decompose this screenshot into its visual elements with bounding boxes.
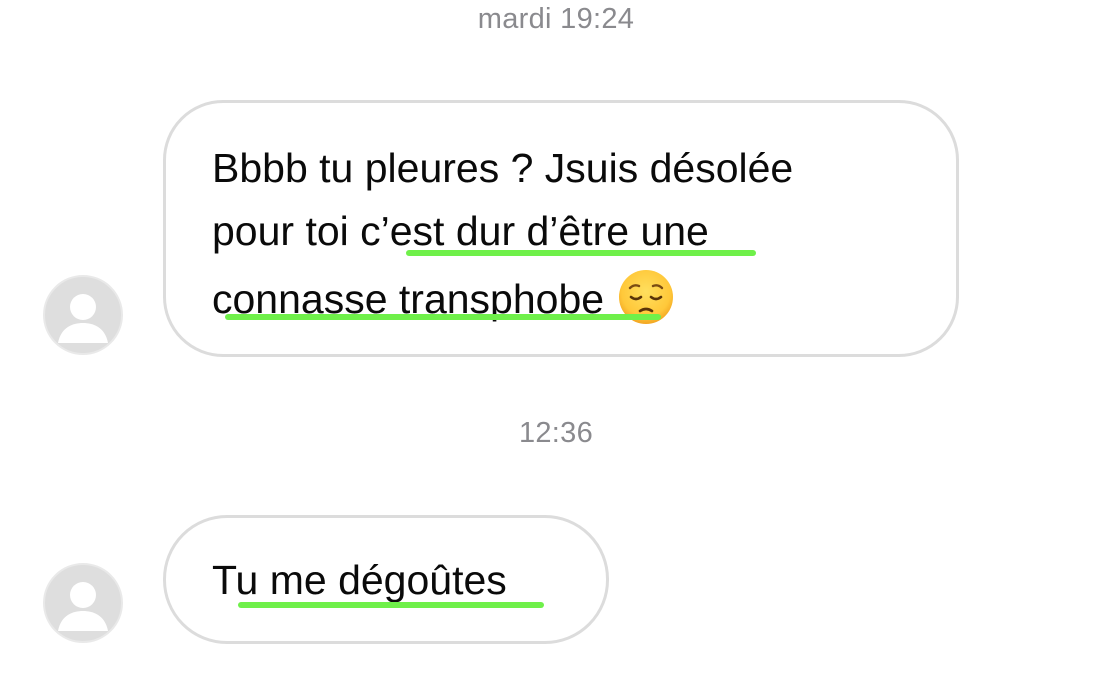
message-text-line: pour toi c’est dur d’être une xyxy=(212,208,709,254)
highlight-underline xyxy=(225,314,661,320)
avatar[interactable] xyxy=(43,563,123,643)
timestamp: 12:36 xyxy=(518,417,594,449)
message-bubble[interactable]: Tu me dégoûtes xyxy=(163,515,609,644)
message-text-line: connasse transphobe xyxy=(212,269,674,335)
highlight-underline xyxy=(238,602,544,608)
avatar[interactable] xyxy=(43,275,123,355)
user-silhouette-icon xyxy=(58,582,108,631)
user-silhouette-icon xyxy=(58,294,108,343)
message-text-line: Bbbb tu pleures ? Jsuis désolée xyxy=(212,145,794,191)
timestamp: mardi 19:24 xyxy=(477,3,635,35)
highlight-underline xyxy=(406,250,756,256)
pensive-face-icon xyxy=(618,269,674,335)
message-text-line: Tu me dégoûtes xyxy=(212,557,507,603)
